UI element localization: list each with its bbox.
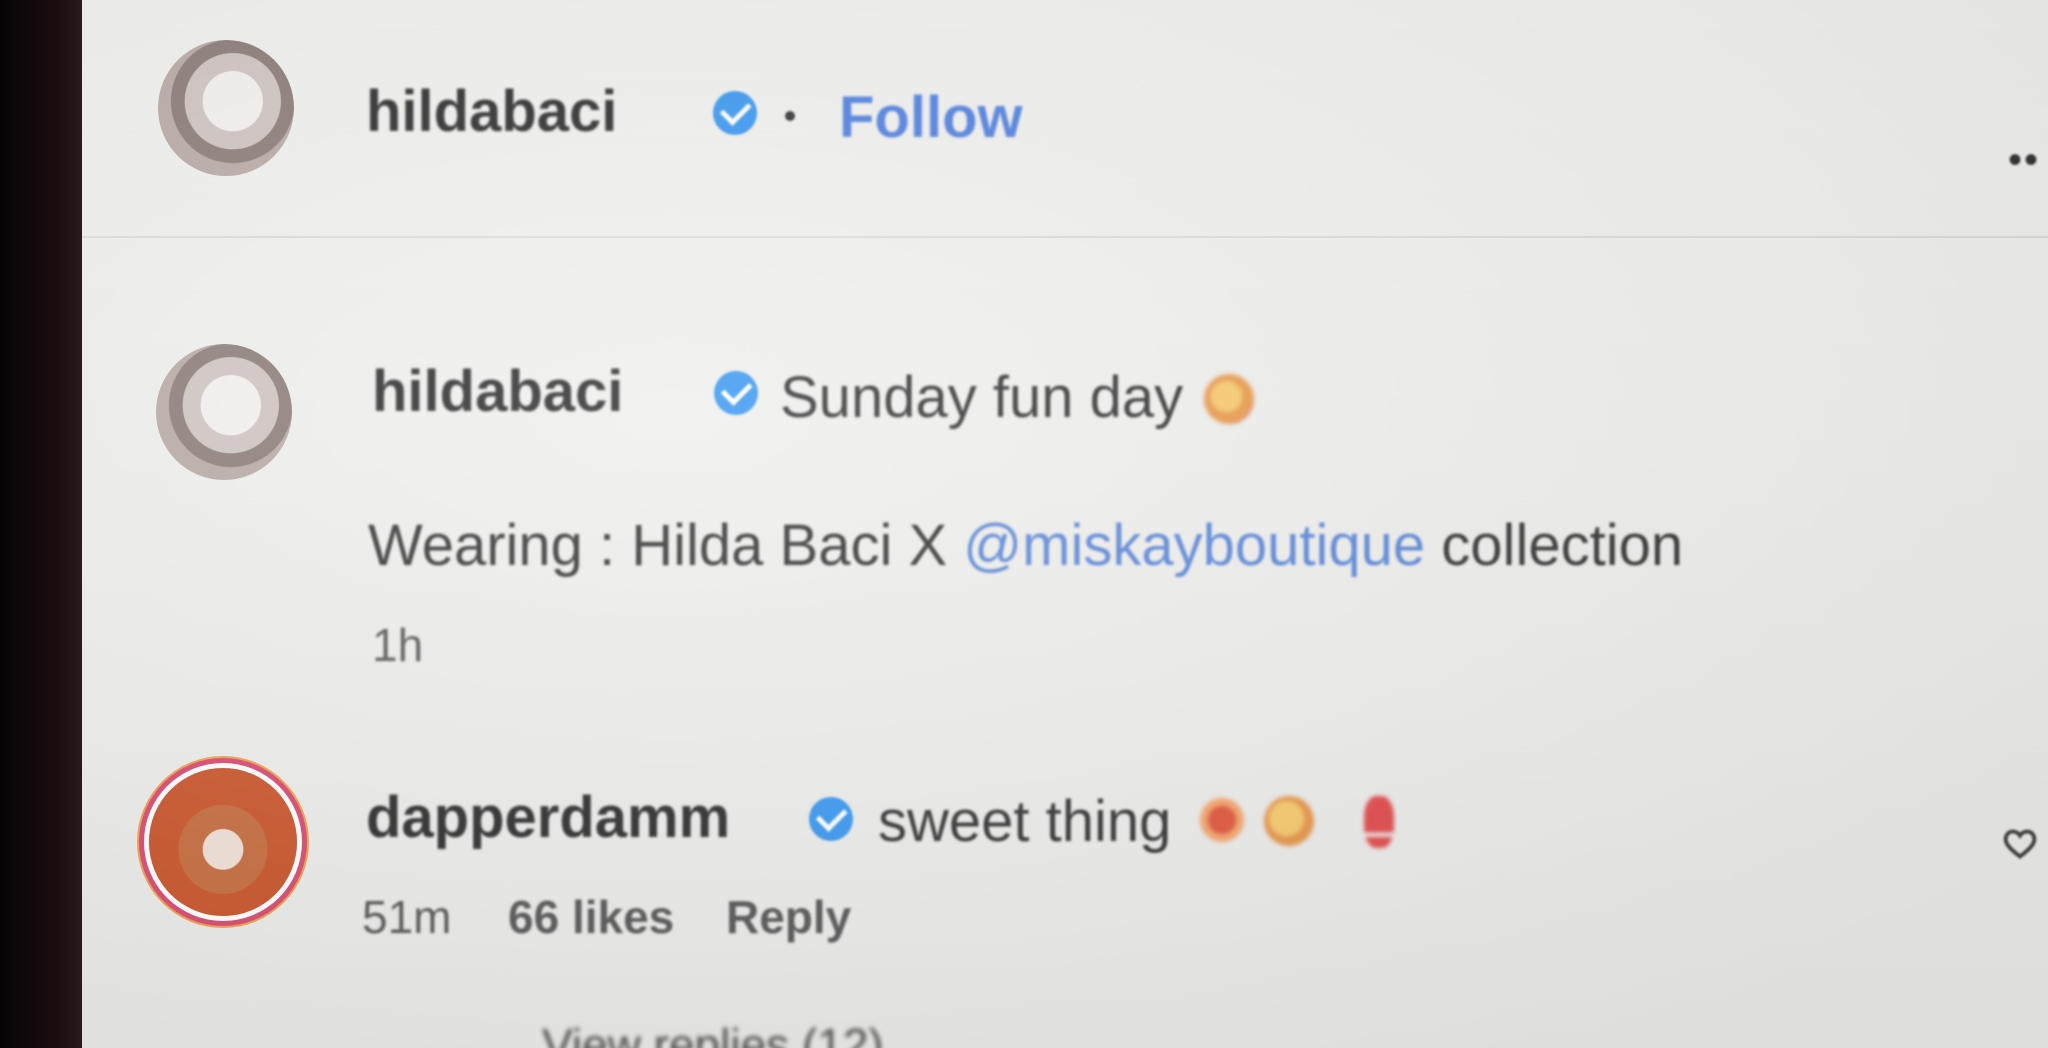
exclamation-emoji-icon xyxy=(1364,796,1394,848)
commenter-avatar[interactable] xyxy=(149,768,297,916)
header-divider xyxy=(82,236,2048,238)
verified-badge-icon xyxy=(714,371,758,415)
follow-button[interactable]: Follow xyxy=(839,84,1023,151)
kiss-mark-emoji-icon xyxy=(1200,798,1244,842)
header-username[interactable]: hildabaci xyxy=(366,78,617,145)
kissing-face-emoji-icon xyxy=(1264,796,1314,846)
caption-timestamp: 1h xyxy=(372,619,424,671)
more-options-icon[interactable]: •• xyxy=(2008,138,2040,183)
reply-button[interactable]: Reply xyxy=(726,890,851,944)
author-avatar[interactable] xyxy=(158,40,294,176)
caption-text: Sunday fun day xyxy=(780,365,1184,430)
comment-timestamp: 51m xyxy=(362,891,452,943)
post-panel: hildabaci Follow •• hildabaci Sunday fun… xyxy=(82,0,2048,1048)
verified-badge-icon xyxy=(713,91,757,135)
caption-username[interactable]: hildabaci xyxy=(372,358,623,425)
mention-link[interactable]: @miskayboutique xyxy=(963,513,1425,578)
comment-text: sweet thing xyxy=(878,789,1172,854)
verified-badge-icon xyxy=(809,797,853,841)
caption-prefix: Wearing : Hilda Baci X xyxy=(368,513,964,578)
separator-dot xyxy=(785,111,795,121)
screen-bezel xyxy=(0,0,82,1048)
face-emoji-icon xyxy=(1204,374,1254,424)
comment-username[interactable]: dapperdamm xyxy=(366,784,730,851)
view-replies-button[interactable]: View replies (12) xyxy=(542,1018,884,1048)
heart-icon[interactable] xyxy=(2002,826,2038,860)
caption-avatar[interactable] xyxy=(156,344,292,480)
comment-likes[interactable]: 66 likes xyxy=(508,890,674,944)
caption-suffix: collection xyxy=(1425,513,1684,578)
caption-line2: Wearing : Hilda Baci X @miskayboutique c… xyxy=(368,512,1683,579)
